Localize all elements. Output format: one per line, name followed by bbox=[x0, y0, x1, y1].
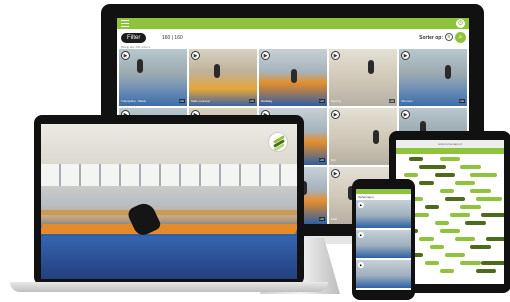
video-thumbnail[interactable]: ▶ Klimmen HD bbox=[399, 49, 467, 106]
play-icon[interactable]: ▶ bbox=[358, 202, 364, 208]
tag-pill[interactable] bbox=[439, 269, 455, 273]
tag-pill[interactable] bbox=[460, 205, 481, 209]
athlete-figure bbox=[291, 69, 297, 83]
tag-pill[interactable] bbox=[450, 213, 471, 217]
tag-pill[interactable] bbox=[444, 197, 466, 201]
video-caption: Trampoline - Basis bbox=[121, 99, 146, 103]
phone-video-thumb[interactable]: ▶ bbox=[356, 260, 411, 288]
tablet-row bbox=[399, 165, 501, 170]
laptop bbox=[34, 115, 304, 285]
tag-pill[interactable] bbox=[444, 253, 466, 257]
sort-icon[interactable]: ≡ bbox=[445, 33, 453, 41]
tag-pill[interactable] bbox=[480, 213, 504, 217]
play-icon[interactable]: ▶ bbox=[331, 169, 340, 178]
tag-pill[interactable] bbox=[414, 213, 429, 217]
athlete-figure bbox=[137, 59, 143, 73]
quality-badge: HD bbox=[458, 99, 465, 103]
play-icon[interactable]: ▶ bbox=[401, 51, 410, 60]
gym-mat bbox=[41, 224, 297, 234]
video-caption: Radslag bbox=[261, 99, 273, 103]
menu-icon[interactable] bbox=[121, 20, 129, 27]
tag-pill[interactable] bbox=[470, 245, 491, 249]
quality-badge: HD bbox=[248, 99, 255, 103]
brand-logo bbox=[268, 132, 288, 152]
result-count: 160 | 160 bbox=[162, 35, 183, 41]
play-icon[interactable]: ▶ bbox=[261, 51, 270, 60]
tag-pill[interactable] bbox=[460, 261, 481, 265]
quality-badge: HD bbox=[388, 99, 395, 103]
tag-pill[interactable] bbox=[409, 157, 424, 161]
play-icon[interactable]: ▶ bbox=[121, 51, 130, 60]
video-player[interactable] bbox=[41, 124, 297, 279]
tag-pill[interactable] bbox=[439, 229, 461, 233]
play-icon[interactable]: ▶ bbox=[331, 51, 340, 60]
phone: Oefeningen ▶ ▶ ▶ bbox=[352, 179, 415, 300]
quality-badge: HD bbox=[318, 99, 325, 103]
gym-windows bbox=[41, 164, 297, 186]
tag-pill[interactable] bbox=[419, 165, 446, 169]
video-thumbnail[interactable]: ▶ Salto voorover HD bbox=[189, 49, 257, 106]
filter-button[interactable]: Filter bbox=[121, 33, 147, 43]
device-mockup-scene: ⚙ Filter 160 | 160 Sorter op: ≡ ⌕ Bekijk… bbox=[0, 0, 510, 302]
tag-pill[interactable] bbox=[470, 173, 497, 177]
athlete-figure bbox=[368, 60, 374, 74]
tag-pill[interactable] bbox=[460, 165, 481, 169]
tablet-row bbox=[399, 173, 501, 178]
athlete-figure bbox=[373, 130, 379, 144]
tag-pill[interactable] bbox=[434, 173, 456, 177]
quality-badge: HD bbox=[318, 217, 325, 221]
tag-pill[interactable] bbox=[419, 237, 434, 241]
tag-pill[interactable] bbox=[429, 245, 444, 249]
url-bar[interactable]: www.turnenapp.nl bbox=[396, 140, 504, 148]
video-thumbnail[interactable]: ▶ Radslag HD bbox=[259, 49, 327, 106]
toolbar: Filter 160 | 160 Sorter op: ≡ ⌕ Bekijk a… bbox=[117, 29, 469, 49]
tag-pill[interactable] bbox=[480, 261, 504, 265]
play-icon[interactable]: ▶ bbox=[331, 110, 340, 119]
play-icon[interactable]: ▶ bbox=[358, 262, 364, 268]
video-thumbnail[interactable]: ▶ Trampoline - Basis HD bbox=[119, 49, 187, 106]
athlete-figure bbox=[445, 65, 451, 79]
tag-pill[interactable] bbox=[424, 205, 439, 209]
video-caption: Rol bbox=[331, 158, 336, 162]
athlete-figure bbox=[214, 64, 220, 78]
search-icon[interactable]: ⌕ bbox=[455, 32, 466, 43]
tag-pill[interactable] bbox=[485, 237, 504, 241]
sort-label: Sorter op: bbox=[419, 35, 443, 41]
tag-pill[interactable] bbox=[439, 189, 455, 193]
video-caption: Klimmen bbox=[401, 99, 413, 103]
tag-pill[interactable] bbox=[455, 237, 476, 241]
play-icon[interactable]: ▶ bbox=[191, 51, 200, 60]
quality-badge: HD bbox=[318, 158, 325, 162]
laptop-base bbox=[10, 282, 328, 292]
tablet-header bbox=[396, 148, 504, 154]
play-icon[interactable]: ▶ bbox=[358, 232, 364, 238]
video-caption: Salto voorover bbox=[191, 99, 211, 103]
tag-pill[interactable] bbox=[455, 181, 476, 185]
tag-pill[interactable] bbox=[404, 173, 419, 177]
quality-badge: HD bbox=[178, 99, 185, 103]
gear-icon[interactable]: ⚙ bbox=[456, 19, 465, 28]
tag-pill[interactable] bbox=[439, 157, 461, 161]
tag-pill[interactable] bbox=[470, 189, 491, 193]
tag-pill[interactable] bbox=[419, 181, 434, 185]
tag-pill[interactable] bbox=[465, 221, 486, 225]
tag-pill[interactable] bbox=[475, 269, 496, 273]
tag-pill[interactable] bbox=[424, 261, 439, 265]
video-thumbnail[interactable]: ▶RolHD bbox=[329, 108, 397, 165]
play-icon[interactable]: ▶ bbox=[401, 110, 410, 119]
video-caption: Kast bbox=[331, 217, 338, 221]
gym-beam bbox=[41, 210, 297, 215]
tag-pill[interactable] bbox=[475, 197, 503, 201]
phone-video-thumb[interactable]: ▶ bbox=[356, 230, 411, 258]
phone-screen: Oefeningen ▶ ▶ ▶ bbox=[356, 189, 411, 290]
tag-pill[interactable] bbox=[434, 221, 449, 225]
video-caption: Sprong bbox=[331, 99, 341, 103]
tablet-row bbox=[399, 157, 501, 162]
phone-video-thumb[interactable]: ▶ bbox=[356, 200, 411, 228]
app-header: ⚙ bbox=[117, 18, 469, 29]
video-thumbnail[interactable]: ▶ Sprong HD bbox=[329, 49, 397, 106]
gym-floor bbox=[41, 236, 297, 279]
